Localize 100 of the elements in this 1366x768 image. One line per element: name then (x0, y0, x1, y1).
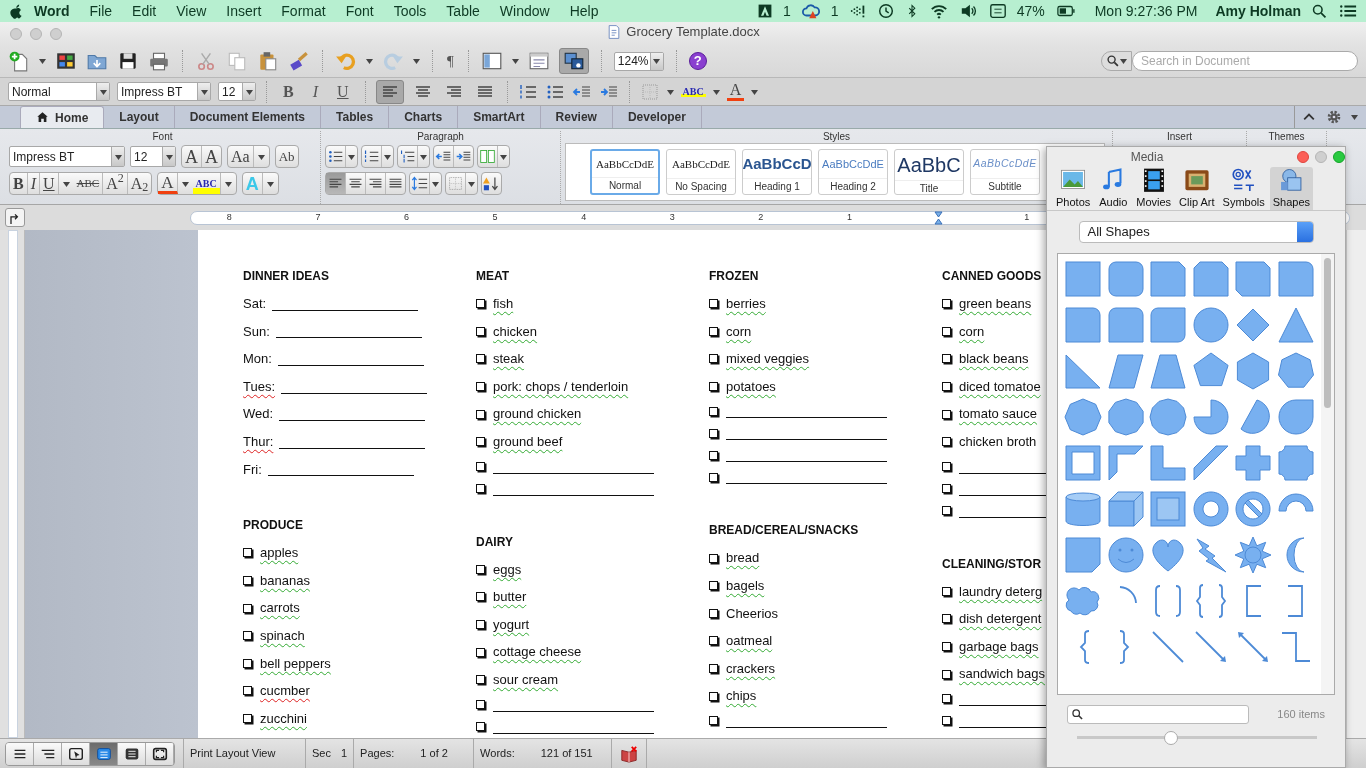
day-label: Thur: (243, 433, 274, 451)
menu-item[interactable]: Table (436, 0, 490, 22)
media-tab[interactable]: Movies (1133, 167, 1175, 210)
list-item: berries (726, 295, 766, 314)
user-name[interactable]: Amy Holman (1215, 0, 1301, 22)
group-label: Paragraph (416, 131, 465, 143)
font-dropdown[interactable]: Impress BT (9, 146, 125, 167)
list-item: chicken (493, 322, 538, 341)
highlight-button[interactable]: ABC (192, 173, 221, 194)
app-menu[interactable]: Word (24, 0, 80, 22)
ribbon-tab[interactable]: Developer (612, 106, 702, 128)
italic-button[interactable]: I (306, 83, 324, 100)
style-label: Subtitle (971, 178, 1039, 194)
menu-item[interactable]: Help (559, 0, 609, 22)
search-field[interactable]: Search in Document (1132, 51, 1358, 71)
ribbon-tab[interactable]: Home (20, 106, 105, 128)
ruler-number: 1 (1023, 211, 1031, 225)
day-label: Fri: (243, 460, 262, 479)
category-dropdown[interactable]: All Shapes (1078, 221, 1314, 243)
group-label: Insert (1166, 131, 1193, 143)
menu-item[interactable]: Edit (122, 0, 167, 22)
font-color-button[interactable]: A (726, 82, 745, 101)
ribbon-tab[interactable]: Document Elements (174, 106, 322, 128)
notification-count: 1 (783, 1, 791, 21)
grow-font-button[interactable]: A (182, 146, 202, 167)
list-item: green beans (959, 295, 1032, 314)
item-count: 160 items (1277, 707, 1325, 723)
style-preview: AaBbCcDdE (973, 156, 1037, 172)
list-item: oatmeal (726, 632, 773, 651)
show-formatting-button[interactable]: ¶ (445, 53, 456, 69)
style-label: Heading 2 (819, 178, 887, 194)
underline-button[interactable]: U (331, 83, 355, 100)
style-dropdown[interactable]: Normal (8, 82, 110, 101)
highlight-button[interactable]: ABC (680, 86, 706, 97)
list-item: eggs (493, 560, 522, 579)
style-label: Heading 1 (743, 178, 811, 194)
list-item: bread (726, 549, 760, 568)
media-tab[interactable]: Photos (1053, 167, 1094, 210)
menu-item[interactable]: Format (271, 0, 336, 22)
list-item: apples (260, 544, 299, 563)
list-item: bananas (260, 571, 310, 590)
clock[interactable]: Mon 9:27:36 PM (1094, 0, 1198, 22)
style-tile[interactable]: AaBbCcD Heading 1 (742, 149, 812, 195)
font-size-dropdown[interactable]: 12 (218, 82, 256, 101)
shrink-font-button[interactable]: A (202, 146, 221, 167)
menu-item[interactable]: Window (489, 0, 560, 22)
list-item: cottage cheese (493, 643, 582, 662)
ruler-number: 6 (402, 211, 410, 225)
bold-button[interactable]: B (277, 83, 300, 100)
superscript-button[interactable]: A$^{2}$ (103, 173, 128, 194)
section-heading: DAIRY (476, 533, 514, 551)
media-tab[interactable]: Shapes (1269, 167, 1314, 210)
list-item: chicken broth (959, 433, 1037, 451)
group-label: Font (151, 131, 174, 143)
list-item: corn (959, 322, 985, 341)
font-dropdown[interactable]: Impress BT (117, 82, 211, 101)
style-tile[interactable]: AaBbC Title (894, 149, 964, 195)
ribbon-tab[interactable]: Tables (321, 106, 390, 128)
media-tab[interactable]: Audio (1095, 167, 1132, 210)
style-tile[interactable]: AaBbCcDdE No Spacing (666, 149, 736, 195)
style-tile[interactable]: AaBbCcDdE Subtitle (970, 149, 1040, 195)
style-tile[interactable]: AaBbCcDdE Normal (590, 149, 660, 195)
media-tab[interactable]: Symbols (1219, 167, 1268, 210)
media-tab[interactable]: Clip Art (1176, 167, 1218, 210)
zoom-dropdown[interactable]: 124% (613, 51, 664, 71)
menu-item[interactable]: View (166, 0, 217, 22)
list-item: Cheerios (726, 604, 779, 623)
style-tile[interactable]: AaBbCcDdE Heading 2 (818, 149, 888, 195)
status-value: 1 (340, 746, 348, 762)
clear-formatting-button[interactable]: Ab (275, 146, 298, 167)
strikethrough-button[interactable]: ABC (73, 173, 104, 194)
help-button[interactable]: ? (688, 52, 707, 70)
status-label: Words: (480, 746, 515, 762)
menu-item[interactable]: File (79, 0, 123, 22)
menu-item[interactable]: Tools (383, 0, 437, 22)
italic-button[interactable]: I (27, 173, 40, 194)
section-heading: DINNER IDEAS (243, 268, 330, 285)
menu-item[interactable]: Font (335, 0, 384, 22)
bold-button[interactable]: B (10, 173, 28, 194)
list-item: mixed veggies (726, 350, 810, 369)
ribbon-tab[interactable]: Charts (389, 106, 459, 128)
underline-button[interactable]: U (40, 173, 59, 194)
list-item: sour cream (493, 671, 559, 689)
menu-item[interactable]: Insert (216, 0, 272, 22)
font-color-button[interactable]: A (158, 173, 178, 194)
ribbon-tab[interactable]: Layout (104, 106, 175, 128)
ruler-number: 8 (225, 211, 233, 225)
subscript-button[interactable]: A$_{2}$ (127, 173, 152, 194)
section-heading: MEAT (476, 268, 511, 285)
ribbon-tab[interactable]: Review (540, 106, 613, 128)
ribbon-tab[interactable]: SmartArt (458, 106, 541, 128)
section-heading: BREAD/CEREAL/SNACKS (709, 522, 860, 540)
style-preview: AaBbCcDdE (822, 156, 884, 172)
font-size-dropdown[interactable]: 12 (130, 146, 176, 167)
list-item: diced tomatoe (959, 377, 1041, 396)
style-preview: AaBbCcDdE (595, 156, 654, 172)
section-heading: CANNED GOODS (942, 268, 1042, 285)
status-label: Sec (312, 746, 331, 762)
status-value: 1 of 2 (420, 746, 448, 762)
status-label: Pages: (360, 746, 395, 762)
